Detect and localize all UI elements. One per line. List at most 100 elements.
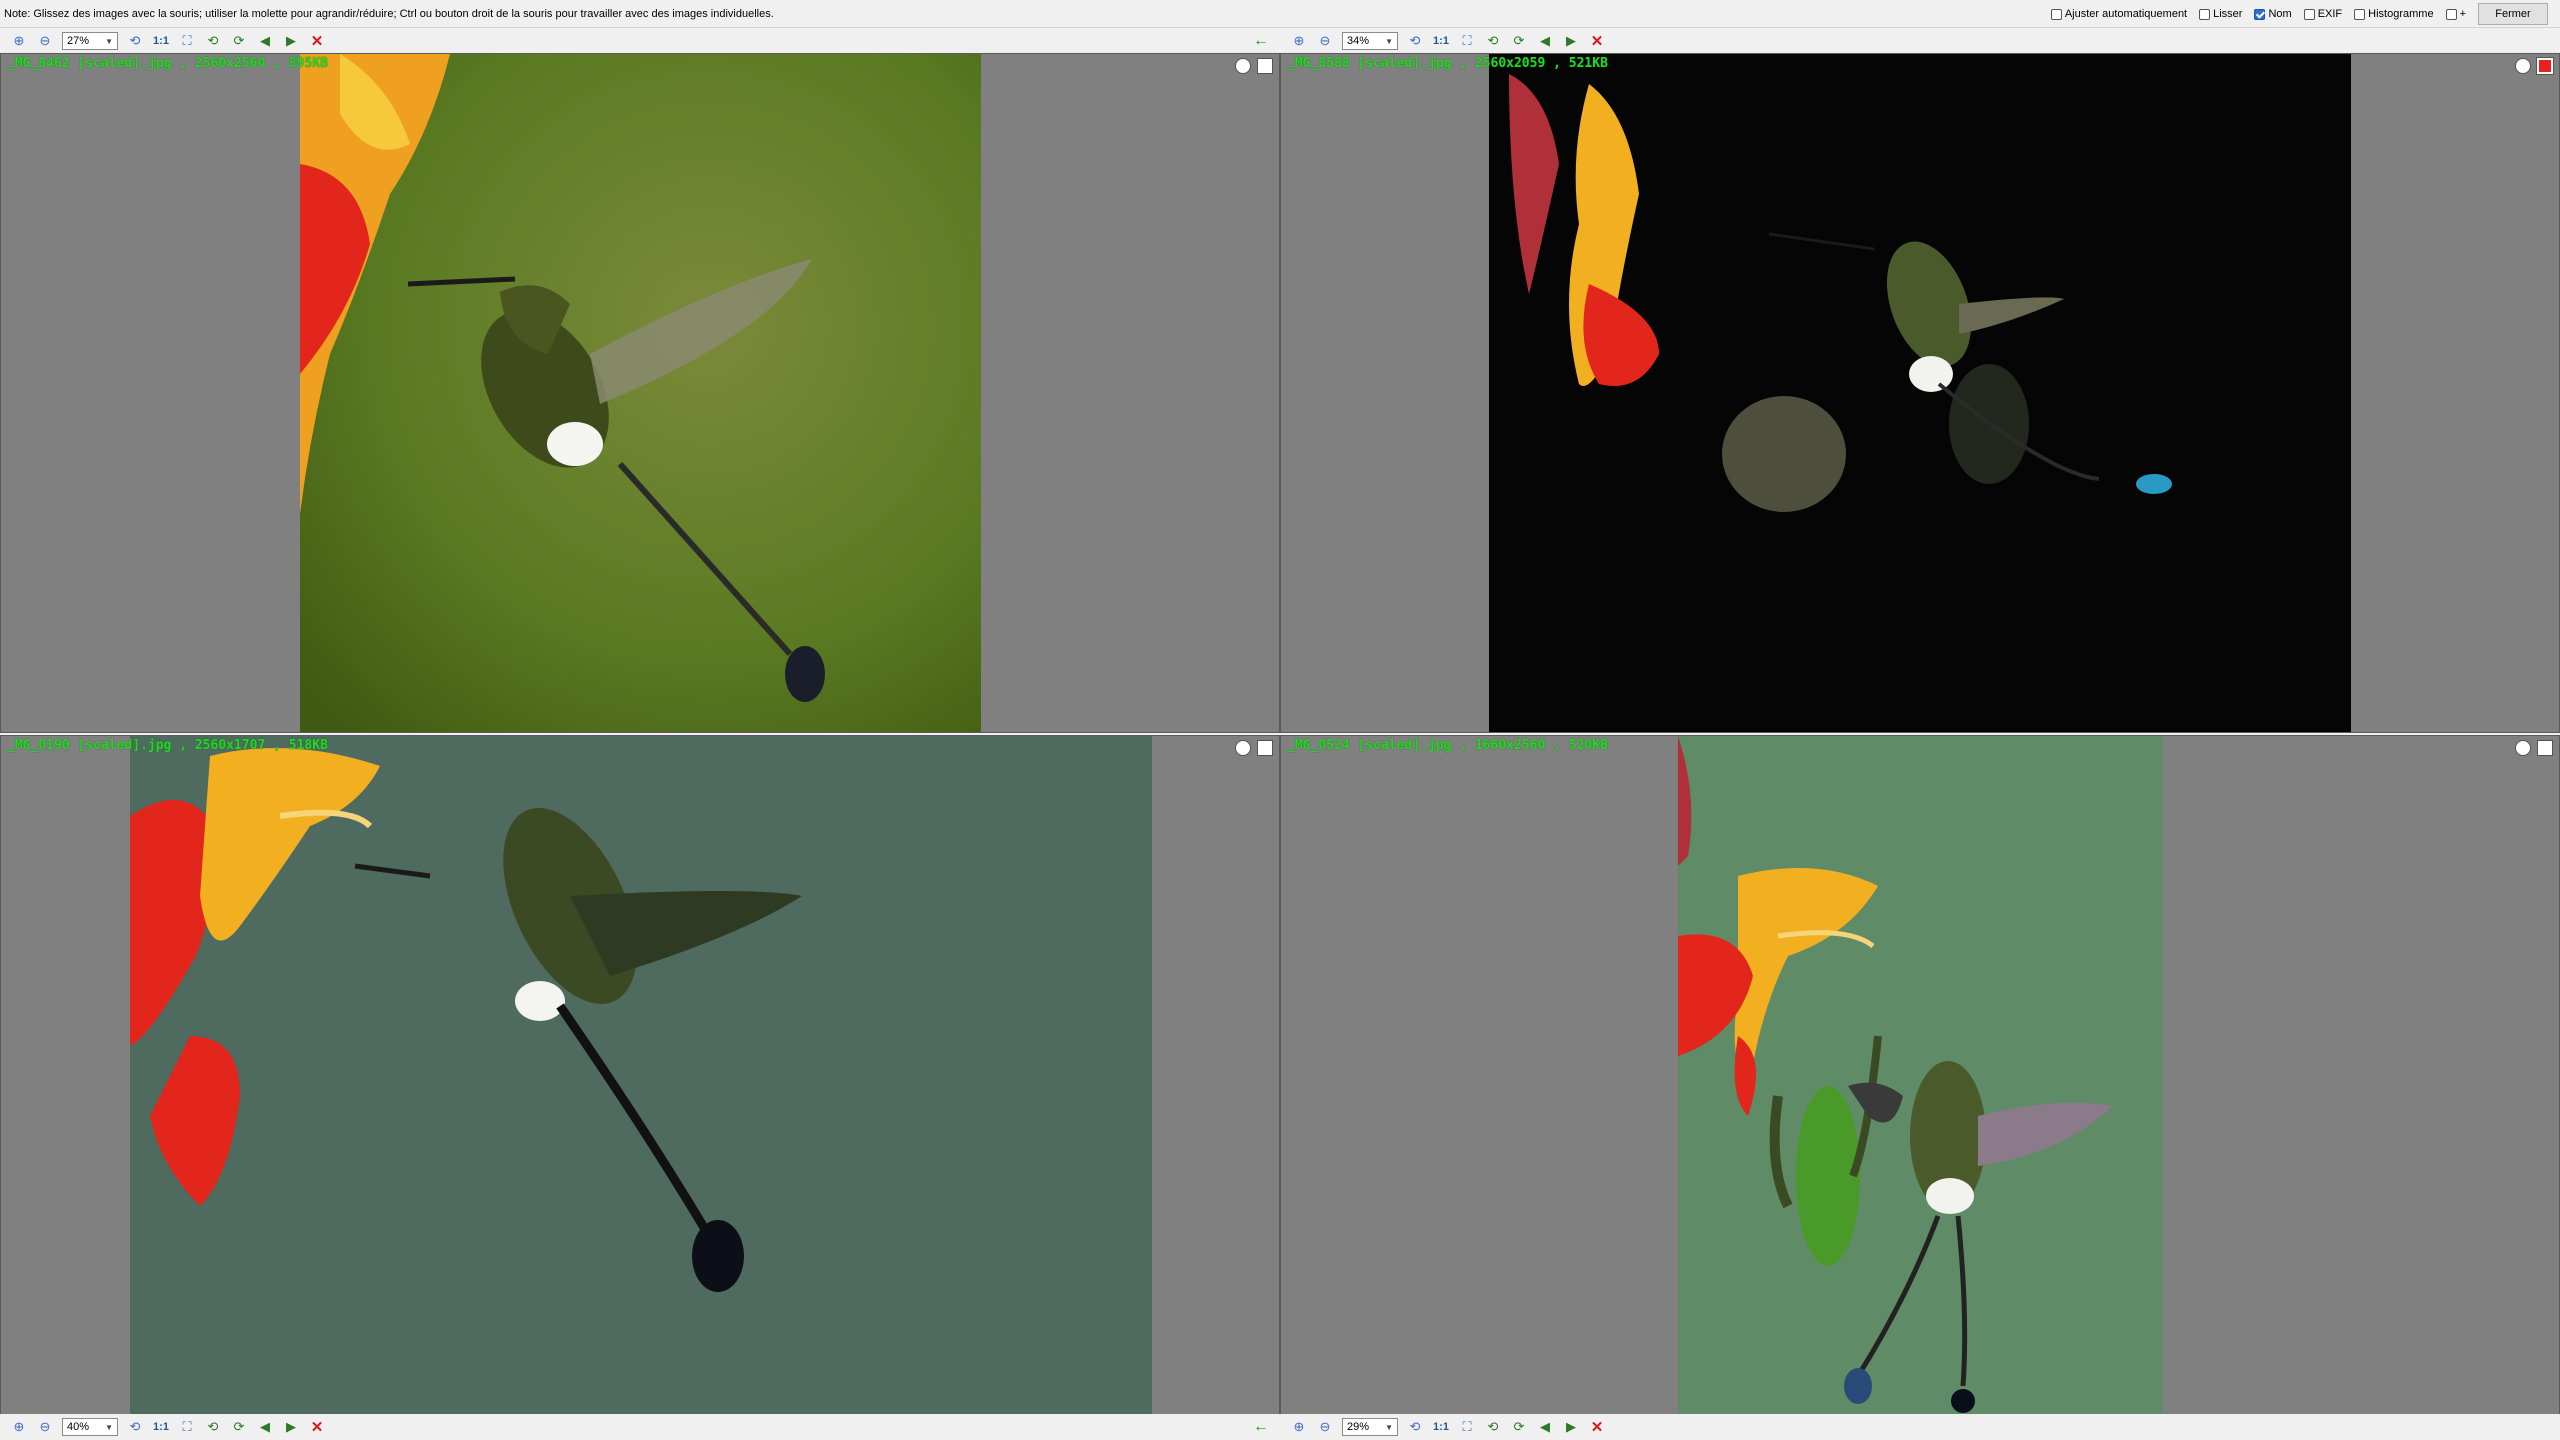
zoom-value: 40% bbox=[67, 1421, 90, 1433]
rotate-left-icon[interactable]: ⟲ bbox=[200, 30, 226, 52]
rotate-left-icon[interactable]: ⟲ bbox=[1480, 1416, 1506, 1438]
next-image-icon[interactable]: ▶ bbox=[278, 1416, 304, 1438]
rotate-right-icon[interactable]: ⟳ bbox=[226, 1416, 252, 1438]
previous-image-icon[interactable]: ◀ bbox=[1532, 30, 1558, 52]
close-image-icon[interactable]: ✕ bbox=[304, 30, 330, 52]
actual-size-button[interactable]: 1:1 bbox=[148, 30, 174, 52]
zoom-in-icon[interactable]: ⊕ bbox=[6, 30, 32, 52]
circle-toggle-icon[interactable] bbox=[2515, 58, 2531, 74]
exif-label: EXIF bbox=[2317, 8, 2343, 20]
zoom-out-icon[interactable]: ⊖ bbox=[1312, 30, 1338, 52]
plus-checkbox[interactable] bbox=[2445, 8, 2457, 20]
zoom-out-icon[interactable]: ⊖ bbox=[1312, 1416, 1338, 1438]
zoom-select[interactable]: 34% ▼ bbox=[1342, 32, 1398, 50]
image-pane-3[interactable]: _MG_0190 [scaled].jpg , 2560x1707 , 518K… bbox=[0, 735, 1280, 1415]
zoom-out-icon[interactable]: ⊖ bbox=[32, 1416, 58, 1438]
fit-icon[interactable]: ⟲ bbox=[1402, 1416, 1428, 1438]
histogram-checkbox[interactable] bbox=[2354, 8, 2366, 20]
zoom-select[interactable]: 29% ▼ bbox=[1342, 1418, 1398, 1436]
zoom-select[interactable]: 40% ▼ bbox=[62, 1418, 118, 1436]
chevron-down-icon: ▼ bbox=[1385, 36, 1393, 46]
square-toggle-icon[interactable] bbox=[2536, 57, 2554, 75]
hummingbird-photo-1 bbox=[300, 54, 981, 732]
histogram-option[interactable]: Histogramme bbox=[2354, 8, 2434, 20]
smooth-checkbox[interactable] bbox=[2199, 8, 2211, 20]
image-2[interactable] bbox=[1489, 54, 2351, 732]
previous-image-icon[interactable]: ◀ bbox=[252, 30, 278, 52]
pane-controls bbox=[1235, 740, 1273, 756]
chevron-down-icon: ▼ bbox=[105, 36, 113, 46]
pane-controls bbox=[2515, 740, 2553, 756]
exif-option[interactable]: EXIF bbox=[2303, 8, 2343, 20]
previous-image-icon[interactable]: ◀ bbox=[252, 1416, 278, 1438]
name-option[interactable]: Nom bbox=[2254, 8, 2292, 20]
toolbar-pane-4: ⊕ ⊖ 29% ▼ ⟲ 1:1 ⛶ ⟲ ⟳ ◀ ▶ ✕ bbox=[1280, 1414, 2560, 1440]
image-pane-2[interactable]: _MG_8588 [scaled].jpg , 2560x2059 , 521K… bbox=[1280, 53, 2560, 733]
zoom-out-icon[interactable]: ⊖ bbox=[32, 30, 58, 52]
zoom-in-icon[interactable]: ⊕ bbox=[6, 1416, 32, 1438]
next-image-icon[interactable]: ▶ bbox=[278, 30, 304, 52]
fit-window-icon[interactable]: ⛶ bbox=[174, 1416, 200, 1438]
arrow-left-icon[interactable]: ← bbox=[1250, 1416, 1272, 1438]
rotate-right-icon[interactable]: ⟳ bbox=[226, 30, 252, 52]
smooth-label: Lisser bbox=[2213, 8, 2243, 20]
auto-fit-label: Ajuster automatiquement bbox=[2064, 8, 2188, 20]
rotate-left-icon[interactable]: ⟲ bbox=[1480, 30, 1506, 52]
close-image-icon[interactable]: ✕ bbox=[1584, 1416, 1610, 1438]
next-image-icon[interactable]: ▶ bbox=[1558, 1416, 1584, 1438]
fit-window-icon[interactable]: ⛶ bbox=[174, 30, 200, 52]
plus-label: + bbox=[2459, 8, 2466, 20]
auto-fit-option[interactable]: Ajuster automatiquement bbox=[2050, 8, 2188, 20]
toolbar-pane-3: ⊕ ⊖ 40% ▼ ⟲ 1:1 ⛶ ⟲ ⟳ ◀ ▶ ✕ ← bbox=[0, 1414, 1280, 1440]
actual-size-button[interactable]: 1:1 bbox=[1428, 30, 1454, 52]
circle-toggle-icon[interactable] bbox=[1235, 58, 1251, 74]
image-3[interactable] bbox=[130, 736, 1152, 1414]
rotate-right-icon[interactable]: ⟳ bbox=[1506, 1416, 1532, 1438]
rotate-left-icon[interactable]: ⟲ bbox=[200, 1416, 226, 1438]
pane-controls bbox=[1235, 58, 1273, 74]
previous-image-icon[interactable]: ◀ bbox=[1532, 1416, 1558, 1438]
zoom-value: 29% bbox=[1347, 1421, 1370, 1433]
square-toggle-icon[interactable] bbox=[1257, 58, 1273, 74]
zoom-select[interactable]: 27% ▼ bbox=[62, 32, 118, 50]
fit-icon[interactable]: ⟲ bbox=[122, 1416, 148, 1438]
actual-size-button[interactable]: 1:1 bbox=[148, 1416, 174, 1438]
image-1[interactable] bbox=[300, 54, 981, 732]
square-toggle-icon[interactable] bbox=[1257, 740, 1273, 756]
image-info-label: _MG_0190 [scaled].jpg , 2560x1707 , 518K… bbox=[7, 738, 328, 753]
circle-toggle-icon[interactable] bbox=[1235, 740, 1251, 756]
zoom-value: 34% bbox=[1347, 35, 1370, 47]
arrow-left-icon[interactable]: ← bbox=[1250, 30, 1272, 52]
close-image-icon[interactable]: ✕ bbox=[1584, 30, 1610, 52]
fit-icon[interactable]: ⟲ bbox=[122, 30, 148, 52]
top-bar: Note: Glissez des images avec la souris;… bbox=[0, 0, 2560, 28]
circle-toggle-icon[interactable] bbox=[2515, 740, 2531, 756]
pane-controls bbox=[2515, 57, 2554, 75]
fit-window-icon[interactable]: ⛶ bbox=[1454, 30, 1480, 52]
hummingbird-photo-2 bbox=[1489, 54, 2351, 732]
image-pane-1[interactable]: _MG_8462 [scaled].jpg , 2560x2560 , 895K… bbox=[0, 53, 1280, 733]
rotate-right-icon[interactable]: ⟳ bbox=[1506, 30, 1532, 52]
zoom-in-icon[interactable]: ⊕ bbox=[1286, 30, 1312, 52]
zoom-value: 27% bbox=[67, 35, 90, 47]
auto-fit-checkbox[interactable] bbox=[2050, 8, 2062, 20]
exif-checkbox[interactable] bbox=[2303, 8, 2315, 20]
image-info-label: _MG_8462 [scaled].jpg , 2560x2560 , 895K… bbox=[7, 56, 328, 71]
smooth-option[interactable]: Lisser bbox=[2199, 8, 2242, 20]
usage-note: Note: Glissez des images avec la souris;… bbox=[4, 8, 774, 20]
plus-option[interactable]: + bbox=[2445, 8, 2466, 20]
image-pane-4[interactable]: _MG_0524 [scaled].jpg , 1660x2560 , 520K… bbox=[1280, 735, 2560, 1415]
actual-size-button[interactable]: 1:1 bbox=[1428, 1416, 1454, 1438]
image-4[interactable] bbox=[1678, 736, 2163, 1414]
zoom-in-icon[interactable]: ⊕ bbox=[1286, 1416, 1312, 1438]
square-toggle-icon[interactable] bbox=[2537, 740, 2553, 756]
name-checkbox[interactable] bbox=[2254, 8, 2266, 20]
histogram-label: Histogramme bbox=[2368, 8, 2434, 20]
close-button[interactable]: Fermer bbox=[2478, 3, 2548, 25]
view-options: Ajuster automatiquement Lisser Nom EXIF … bbox=[2050, 3, 2548, 25]
close-image-icon[interactable]: ✕ bbox=[304, 1416, 330, 1438]
fit-icon[interactable]: ⟲ bbox=[1402, 30, 1428, 52]
chevron-down-icon: ▼ bbox=[1385, 1422, 1393, 1432]
fit-window-icon[interactable]: ⛶ bbox=[1454, 1416, 1480, 1438]
next-image-icon[interactable]: ▶ bbox=[1558, 30, 1584, 52]
